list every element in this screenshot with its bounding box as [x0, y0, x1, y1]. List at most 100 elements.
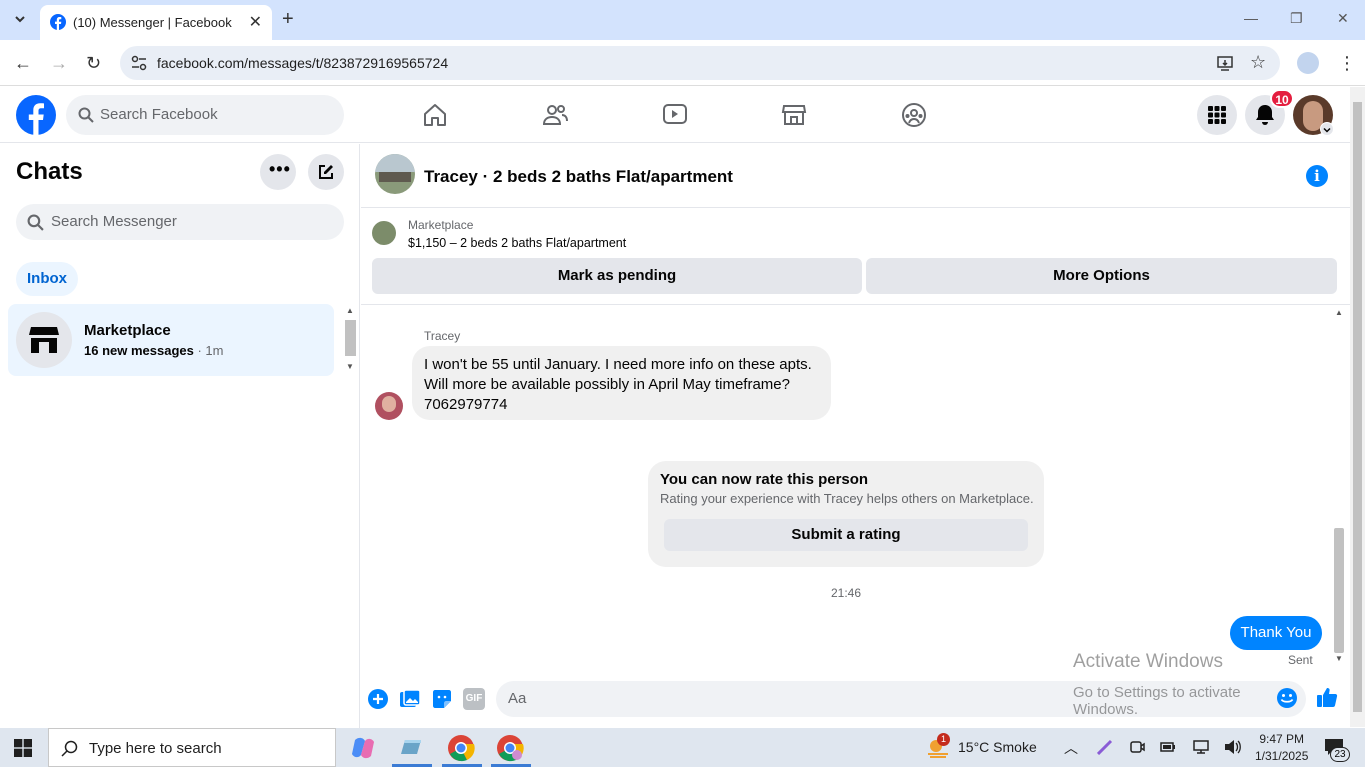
message-input[interactable]: Aa Go to Settings to activate Windows. — [496, 681, 1306, 718]
new-tab-button[interactable]: + — [282, 8, 294, 31]
restore-icon[interactable]: ❐ — [1290, 10, 1303, 27]
conversation-preview-line: 16 new messages · 1m — [84, 343, 224, 358]
conversation-item[interactable]: Marketplace 16 new messages · 1m — [8, 304, 334, 376]
friends-icon[interactable] — [542, 102, 568, 128]
rating-subtext: Rating your experience with Tracey helps… — [660, 491, 1034, 506]
back-icon[interactable]: ← — [14, 53, 32, 74]
scroll-up-icon[interactable]: ▲ — [1335, 308, 1343, 317]
chat-options-button[interactable]: ••• — [260, 154, 296, 190]
windows-start-icon[interactable] — [14, 739, 32, 757]
activate-windows-subtext: Go to Settings to activate Windows. — [1073, 684, 1241, 718]
chrome-profile-icon[interactable] — [496, 734, 524, 762]
profile-icon[interactable] — [1297, 52, 1319, 74]
taskbar-search-box[interactable]: Type here to search — [48, 728, 336, 767]
minimize-icon[interactable]: — — [1244, 10, 1258, 26]
conversation-name: Marketplace — [84, 322, 171, 339]
sticker-icon[interactable] — [431, 688, 453, 710]
listing-price[interactable]: $1,150 – 2 beds 2 baths Flat/apartment — [408, 236, 626, 250]
search-icon — [27, 214, 44, 231]
outgoing-message-bubble[interactable]: Thank You — [1230, 616, 1322, 650]
inbox-filter-tab[interactable]: Inbox — [16, 262, 78, 296]
chat-avatar[interactable] — [375, 154, 415, 194]
grid-menu-icon — [1208, 106, 1226, 124]
taskbar-time: 9:47 PM — [1259, 732, 1305, 746]
message-line: I won't be 55 until January. I need more… — [424, 356, 812, 373]
battery-icon[interactable] — [1160, 739, 1176, 755]
plus-actions-icon[interactable] — [367, 688, 389, 710]
facebook-logo-icon[interactable] — [16, 95, 56, 135]
marketplace-icon[interactable] — [781, 102, 807, 128]
facebook-favicon-icon — [50, 14, 66, 30]
marketplace-store-icon — [29, 327, 59, 353]
chrome-icon[interactable] — [447, 734, 475, 762]
taskbar-search-placeholder: Type here to search — [89, 740, 222, 757]
chat-title[interactable]: Tracey · 2 beds 2 baths Flat/apartment — [424, 167, 733, 187]
scroll-down-icon[interactable]: ▼ — [1335, 654, 1343, 663]
conversation-time: 1m — [205, 343, 224, 358]
site-settings-icon[interactable] — [130, 54, 148, 72]
thumbs-up-icon[interactable] — [1316, 686, 1338, 708]
account-chevron-icon[interactable] — [1320, 122, 1334, 136]
browser-menu-icon[interactable]: ⋮ — [1338, 53, 1356, 74]
facebook-search-input[interactable]: Search Facebook — [66, 95, 344, 135]
watch-video-icon[interactable] — [662, 102, 688, 128]
sender-avatar[interactable] — [375, 392, 403, 420]
weather-alert-badge: 1 — [937, 733, 950, 746]
more-dots-icon: ••• — [269, 159, 291, 179]
mark-as-pending-button[interactable]: Mark as pending — [372, 258, 862, 294]
home-icon[interactable] — [422, 102, 448, 128]
network-icon[interactable] — [1193, 739, 1209, 755]
conversation-info-icon[interactable]: i — [1306, 165, 1328, 187]
forward-icon[interactable]: → — [50, 53, 68, 74]
address-bar[interactable]: facebook.com/messages/t/8238729169565724… — [120, 46, 1280, 80]
marketplace-avatar — [16, 312, 72, 368]
groups-icon[interactable] — [901, 102, 927, 128]
chat-header: Tracey · 2 beds 2 baths Flat/apartment i — [361, 144, 1350, 208]
scroll-up-icon[interactable]: ▲ — [346, 306, 354, 315]
bell-icon — [1256, 105, 1274, 125]
volume-icon[interactable] — [1224, 739, 1242, 755]
gif-icon[interactable]: GIF — [463, 688, 485, 710]
show-hidden-icons-icon[interactable]: ︿ — [1064, 738, 1078, 758]
tab-search-button[interactable] — [10, 9, 30, 29]
install-app-icon[interactable] — [1216, 54, 1234, 72]
incoming-message-bubble[interactable]: I won't be 55 until January. I need more… — [412, 346, 831, 420]
notification-badge: 10 — [1270, 89, 1294, 108]
new-message-button[interactable] — [308, 154, 344, 190]
photo-attach-icon[interactable] — [399, 688, 421, 710]
page-scrollbar[interactable] — [1350, 87, 1365, 727]
sidebar-scrollbar[interactable]: ▲ ▼ — [343, 304, 358, 374]
url-text: facebook.com/messages/t/8238729169565724 — [157, 55, 449, 71]
close-window-icon[interactable]: ✕ — [1337, 10, 1349, 27]
chevron-down-icon — [15, 16, 25, 23]
emoji-icon[interactable] — [1276, 687, 1298, 709]
message-status: Sent — [1288, 653, 1313, 667]
conversation-preview: 16 new messages — [84, 343, 194, 358]
bookmark-star-icon[interactable]: ☆ — [1250, 52, 1266, 73]
sidebar-scrollbar-thumb[interactable] — [345, 320, 356, 356]
scroll-down-icon[interactable]: ▼ — [346, 362, 354, 371]
meet-now-icon[interactable] — [1129, 739, 1145, 755]
facebook-header: Search Facebook 10 — [0, 87, 1350, 143]
weather-text[interactable]: 15°C Smoke — [958, 739, 1037, 755]
page-scrollbar-thumb[interactable] — [1353, 102, 1362, 712]
reload-icon[interactable]: ↻ — [86, 53, 101, 74]
menu-grid-button[interactable] — [1197, 95, 1237, 135]
messenger-search-input[interactable]: Search Messenger — [16, 204, 344, 240]
rating-card: You can now rate this person Rating your… — [648, 461, 1044, 567]
close-tab-icon[interactable]: ✕ — [249, 12, 262, 32]
browser-tab[interactable]: (10) Messenger | Facebook ✕ — [40, 5, 272, 40]
app-shortcut-icon[interactable] — [397, 734, 425, 762]
thread-scrollbar[interactable]: ▲ ▼ — [1331, 306, 1346, 671]
taskbar-clock[interactable]: 9:47 PM 1/31/2025 — [1255, 731, 1308, 765]
browser-tab-strip: (10) Messenger | Facebook ✕ + — ❐ ✕ — [0, 0, 1365, 40]
thread-scrollbar-thumb[interactable] — [1334, 528, 1344, 653]
submit-rating-button[interactable]: Submit a rating — [664, 519, 1028, 551]
more-options-button[interactable]: More Options — [866, 258, 1337, 294]
chevron-down-icon — [1323, 127, 1331, 133]
pen-icon[interactable] — [1097, 739, 1113, 755]
activate-windows-heading: Activate Windows — [1073, 651, 1223, 672]
listing-thumbnail[interactable] — [372, 221, 396, 245]
chats-title: Chats — [16, 158, 83, 185]
copilot-icon[interactable] — [349, 734, 377, 762]
